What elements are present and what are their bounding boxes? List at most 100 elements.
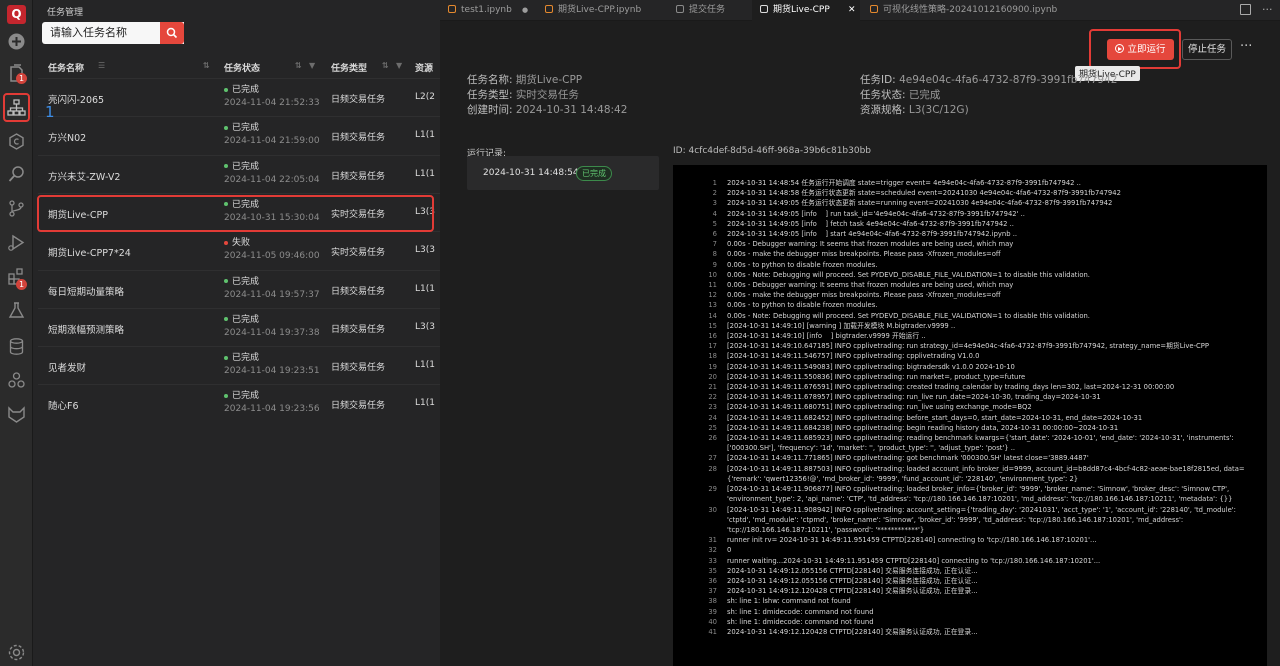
log-line: 36 2024-10-31 14:49:12.055156 CTPTD[22814… bbox=[673, 576, 1267, 586]
activity-bar: Q 1 1 bbox=[0, 0, 33, 666]
task-time: 2024-11-04 21:59:00 bbox=[224, 136, 320, 147]
task-resource: L1(1 bbox=[415, 168, 435, 179]
log-line: 32 0 bbox=[673, 545, 1267, 555]
table-row[interactable]: 期货Live-CPP7*24 失败 2024-11-05 09:46:00 实时交易任… bbox=[38, 231, 440, 269]
log-line: 5 2024-10-31 14:49:05 [info ] fetch task … bbox=[673, 219, 1267, 229]
line-number: 7 bbox=[712, 240, 717, 249]
log-line: 11 0.00s - Debugger warning: It seems tha… bbox=[673, 280, 1267, 290]
log-text: 2024-10-31 14:49:12.120428 CTPTD[228140]… bbox=[727, 587, 978, 596]
task-status: 已完成 bbox=[224, 312, 259, 325]
run-record-item[interactable]: 2024-10-31 14:48:54 已完成 bbox=[467, 156, 659, 190]
task-resource: L3(3 bbox=[415, 321, 435, 332]
line-number: 17 bbox=[708, 342, 717, 351]
line-number: 23 bbox=[708, 403, 717, 412]
line-number: 24 bbox=[708, 413, 717, 422]
log-output[interactable]: 1 2024-10-31 14:48:54 任务运行开始调度 state=trig… bbox=[673, 165, 1267, 666]
header-status[interactable]: 任务状态 bbox=[224, 61, 260, 74]
tab-submit-task[interactable]: 提交任务 bbox=[668, 0, 750, 21]
line-number: 3 bbox=[712, 199, 717, 208]
table-row[interactable]: 亮闪闪-2065 已完成 2024-11-04 21:52:33 日频交易任务 L2(2 bbox=[38, 78, 440, 116]
header-resource[interactable]: 资源 bbox=[415, 61, 433, 74]
log-line: 'environment_type': 2, 'api_name': 'CTP'… bbox=[673, 494, 1267, 504]
log-text: runner waiting...2024-10-31 14:49:11.951… bbox=[727, 556, 1101, 565]
table-row[interactable]: 每日短期动量策略 已完成 2024-11-04 19:57:37 日频交易任务 L1(1 bbox=[38, 269, 440, 308]
line-number: 26 bbox=[708, 434, 717, 443]
line-number: 10 bbox=[708, 270, 717, 279]
log-text: [2024-10-31 14:49:11.906877] INFO cppliv… bbox=[727, 485, 1230, 494]
tab-futures-notebook[interactable]: 期货Live-CPP.ipynb bbox=[537, 0, 665, 21]
status-text: 已完成 bbox=[232, 161, 260, 172]
search-icon[interactable] bbox=[6, 164, 27, 185]
task-name: 见者发财 bbox=[48, 363, 87, 375]
log-text: sh: line 1: lshw: command not found bbox=[727, 597, 851, 606]
status-dot-icon bbox=[224, 240, 228, 245]
log-line: 40 sh: line 1: dmidecode: command not fou… bbox=[673, 617, 1267, 627]
resource-value: L3(3C/12G) bbox=[908, 104, 969, 116]
header-name[interactable]: 任务名称 bbox=[48, 61, 84, 74]
log-text: 0.00s - make the debugger miss breakpoin… bbox=[727, 291, 1001, 300]
flask-icon[interactable] bbox=[6, 300, 27, 321]
task-type: 日频交易任务 bbox=[331, 324, 386, 335]
line-number: 15 bbox=[708, 321, 717, 330]
table-row[interactable]: 见者发财 已完成 2024-11-04 19:23:51 日频交易任务 L1(1 bbox=[38, 346, 440, 384]
tab-futures-live[interactable]: 期货Live-CPP ✕ bbox=[752, 0, 860, 21]
header-type[interactable]: 任务类型 bbox=[331, 61, 367, 74]
label: 创建时间: bbox=[467, 104, 513, 116]
log-line: 12 0.00s - make the debugger miss breakpo… bbox=[673, 290, 1267, 300]
log-line: 26 [2024-10-31 14:49:11.685923] INFO cppl… bbox=[673, 433, 1267, 443]
log-line: 'tcp://180.166.146.187:10211', 'password… bbox=[673, 525, 1267, 535]
copyright-icon[interactable] bbox=[6, 131, 27, 152]
status-text: 已完成 bbox=[232, 276, 260, 287]
task-resource: L1(1 bbox=[415, 283, 435, 294]
task-type: 日频交易任务 bbox=[331, 363, 386, 374]
app-logo: Q bbox=[7, 5, 26, 24]
tab-visual-strategy[interactable]: 可视化线性策略-20241012160900.ipynb bbox=[862, 0, 1067, 21]
sort-icon[interactable]: ⇅ bbox=[295, 61, 302, 70]
more-actions-icon[interactable]: ··· bbox=[1262, 0, 1273, 19]
settings-gear-icon[interactable] bbox=[6, 642, 27, 663]
filter-icon[interactable]: ▼ bbox=[309, 61, 315, 70]
log-text: {'remark': 'qwert12356!@', 'md_broker_id… bbox=[727, 474, 1079, 483]
table-row[interactable]: 随心F6 已完成 2024-11-04 19:23:56 日频交易任务 L1(1 bbox=[38, 384, 440, 422]
table-row[interactable]: 短期涨幅预测策略 已完成 2024-11-04 19:37:38 日频交易任务 L3(3 bbox=[38, 307, 440, 346]
stop-task-button[interactable]: 停止任务 bbox=[1182, 39, 1232, 60]
task-status: 已完成 bbox=[224, 120, 259, 133]
task-resource: L1(1 bbox=[415, 398, 435, 409]
table-row[interactable]: 方兴N02 已完成 2024-11-04 21:59:00 日频交易任务 L1(1 bbox=[38, 116, 440, 154]
log-text: 0.00s - Debugger warning: It seems that … bbox=[727, 240, 1014, 249]
log-line: 28 [2024-10-31 14:49:11.887503] INFO cppl… bbox=[673, 464, 1267, 474]
tab-test1[interactable]: test1.ipynb ● bbox=[440, 0, 535, 21]
task-resource: L3(3 bbox=[415, 245, 435, 256]
log-line: 20 [2024-10-31 14:49:11.550836] INFO cppl… bbox=[673, 372, 1267, 382]
sort-icon[interactable]: ⇅ bbox=[203, 61, 210, 70]
search-button[interactable] bbox=[160, 22, 184, 44]
task-name: 期货Live-CPP7*24 bbox=[48, 248, 131, 260]
source-control-icon[interactable] bbox=[6, 198, 27, 219]
database-icon[interactable] bbox=[6, 336, 27, 357]
log-line: 10 0.00s - Note: Debugging will proceed. … bbox=[673, 270, 1267, 280]
log-line: 7 0.00s - Debugger warning: It seems that… bbox=[673, 239, 1267, 249]
sort-icon[interactable]: ⇅ bbox=[382, 61, 389, 70]
log-text: sh: line 1: dmidecode: command not found bbox=[727, 607, 874, 616]
log-line: 4 2024-10-31 14:49:05 [info ] run task_id… bbox=[673, 209, 1267, 219]
list-filter-icon[interactable]: ☰ bbox=[98, 61, 105, 70]
log-line: 29 [2024-10-31 14:49:11.906877] INFO cppl… bbox=[673, 484, 1267, 494]
molecule-icon[interactable] bbox=[6, 370, 27, 391]
filter-icon[interactable]: ▼ bbox=[396, 61, 402, 70]
line-number: 11 bbox=[708, 281, 717, 290]
log-line: 33 runner waiting...2024-10-31 14:49:11.9… bbox=[673, 556, 1267, 566]
close-icon[interactable]: ✕ bbox=[848, 0, 856, 21]
task-detail: 立即运行 停止任务 ··· 期货Live-CPP 任务名称: 期货Live-CP… bbox=[440, 21, 1280, 666]
table-row[interactable]: 方兴未艾-ZW-V2 已完成 2024-11-04 22:05:04 日频交易任务 L1… bbox=[38, 154, 440, 193]
log-text: 0.00s - to python to disable frozen modu… bbox=[727, 260, 878, 269]
split-editor-icon[interactable] bbox=[1240, 4, 1251, 15]
cat-icon[interactable] bbox=[6, 404, 27, 425]
line-number: 9 bbox=[712, 260, 717, 269]
more-options-icon[interactable]: ··· bbox=[1240, 39, 1252, 54]
task-name: 亮闪闪-2065 bbox=[48, 95, 105, 106]
status-dot-icon bbox=[224, 317, 228, 322]
add-icon[interactable] bbox=[6, 31, 27, 52]
log-text: [2024-10-31 14:49:11.680751] INFO cppliv… bbox=[727, 403, 1032, 412]
task-time: 2024-11-04 19:23:56 bbox=[224, 404, 320, 415]
run-debug-icon[interactable] bbox=[6, 232, 27, 253]
